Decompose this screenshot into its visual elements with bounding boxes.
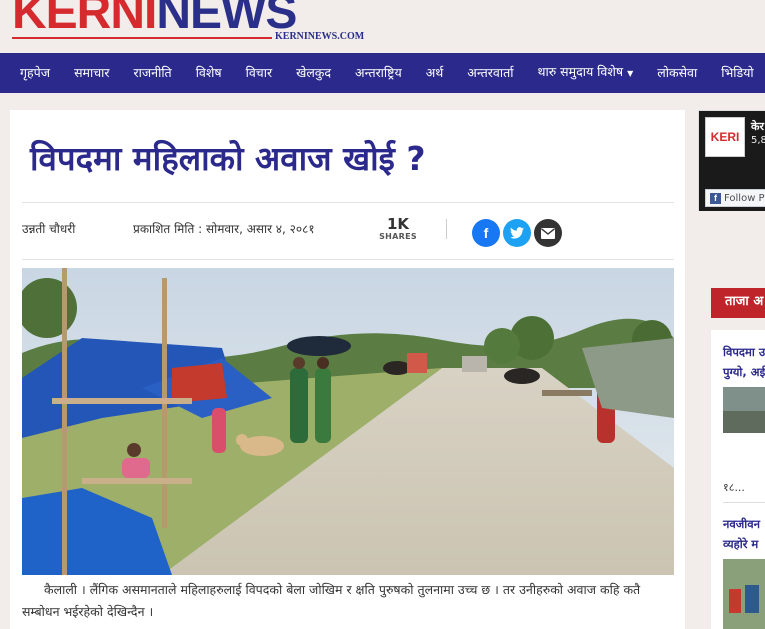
envelope-icon <box>541 227 555 239</box>
list-divider <box>723 502 765 503</box>
nav-item-tharu-special[interactable]: थारु समुदाय विशेष ▼ <box>525 52 645 94</box>
nav-item-international[interactable]: अन्तराष्ट्रिय <box>343 53 414 93</box>
fb-page-logo: KERI <box>705 117 745 157</box>
fb-follower-count: 5,8 <box>751 135 765 146</box>
nav-label: अन्तराष्ट्रिय <box>355 65 402 80</box>
article-title: विपदमा महिलाको अवाज खोई ? <box>30 139 426 178</box>
divider <box>22 259 674 260</box>
latest-item-title[interactable]: पुग्यो, अई <box>723 362 765 382</box>
fb-page-name: केर <box>751 120 764 133</box>
nav-item-opinion[interactable]: विचार <box>234 53 284 93</box>
latest-item-thumbnail[interactable] <box>723 387 765 433</box>
fb-follow-label: Follow P <box>724 192 765 204</box>
divider <box>22 202 674 203</box>
nav-item-video[interactable]: भिडियो <box>709 53 765 93</box>
nav-item-news[interactable]: समाचार <box>62 53 121 93</box>
nav-label: अन्तरवार्ता <box>467 65 514 80</box>
facebook-page-widget[interactable]: KERI केर 5,8 f Follow P <box>698 110 765 211</box>
article-author[interactable]: उन्नती चौधरी <box>22 220 75 237</box>
nav-item-home[interactable]: गृहपेज <box>8 53 62 93</box>
latest-heading-underline <box>711 316 765 318</box>
nav-item-politics[interactable]: राजनीति <box>122 53 184 93</box>
nav-item-loksewa[interactable]: लोकसेवा <box>645 53 709 93</box>
facebook-share-button[interactable]: f <box>472 219 500 247</box>
logo-underline <box>12 37 272 39</box>
nav-label: समाचार <box>74 65 110 80</box>
article-photo <box>22 268 674 575</box>
latest-item-title[interactable]: व्यहोरे म <box>723 534 758 554</box>
publish-date: प्रकाशित मिति : सोमवार, असार ४, २०८१ <box>133 222 315 236</box>
latest-news-heading: ताजा अ <box>711 288 765 316</box>
share-count: 1K SHARES <box>376 216 420 241</box>
nav-label: अर्थ <box>425 65 444 80</box>
nav-label: विचार <box>245 65 273 80</box>
nav-label: थारु समुदाय विशेष <box>537 64 624 79</box>
logo-domain: KERNINEWS.COM <box>275 31 365 42</box>
fb-follow-button[interactable]: f Follow P <box>705 189 765 207</box>
nav-label: भिडियो <box>721 65 754 80</box>
nav-item-economy[interactable]: अर्थ <box>414 53 456 93</box>
facebook-icon: f <box>710 192 721 204</box>
share-separator <box>446 219 447 239</box>
main-nav: गृहपेज समाचार राजनीति विशेष विचार खेलकुद… <box>0 53 765 93</box>
nav-item-special[interactable]: विशेष <box>184 53 234 93</box>
nav-item-interview[interactable]: अन्तरवार्ता <box>455 53 525 93</box>
facebook-icon: f <box>483 225 489 241</box>
email-share-button[interactable]: ✉ <box>534 219 562 247</box>
latest-item-title[interactable]: विपदमा उ <box>723 342 765 362</box>
share-count-number: 1K <box>386 215 410 233</box>
caret-down-icon: ▼ <box>627 69 634 78</box>
twitter-share-button[interactable]: t <box>503 219 531 247</box>
masthead: KERNINEWS KERNINEWS.COM <box>0 0 765 53</box>
nav-label: गृहपेज <box>20 65 51 80</box>
twitter-icon <box>510 227 524 239</box>
latest-item-date: १८... <box>723 481 745 494</box>
latest-news-list: विपदमा उ पुग्यो, अई १८... नवजीवन व्यहोरे… <box>711 330 765 629</box>
article-lead-paragraph: कैलाली । लैंगिक असमानताले महिलाहरुलाई वि… <box>22 582 641 619</box>
nav-label: राजनीति <box>133 65 172 80</box>
article-card: विपदमा महिलाको अवाज खोई ? उन्नती चौधरी प… <box>10 110 685 629</box>
nav-item-sports[interactable]: खेलकुद <box>284 53 343 93</box>
latest-item-title[interactable]: नवजीवन <box>723 514 760 534</box>
nav-label: विशेष <box>195 65 222 80</box>
nav-label: लोकसेवा <box>657 65 698 80</box>
share-count-label: SHARES <box>379 232 417 241</box>
logo-text-kerni: KERNI <box>12 0 157 39</box>
latest-item-thumbnail[interactable] <box>723 559 765 629</box>
nav-label: खेलकुद <box>296 65 332 80</box>
site-logo[interactable]: KERNINEWS <box>12 0 297 39</box>
